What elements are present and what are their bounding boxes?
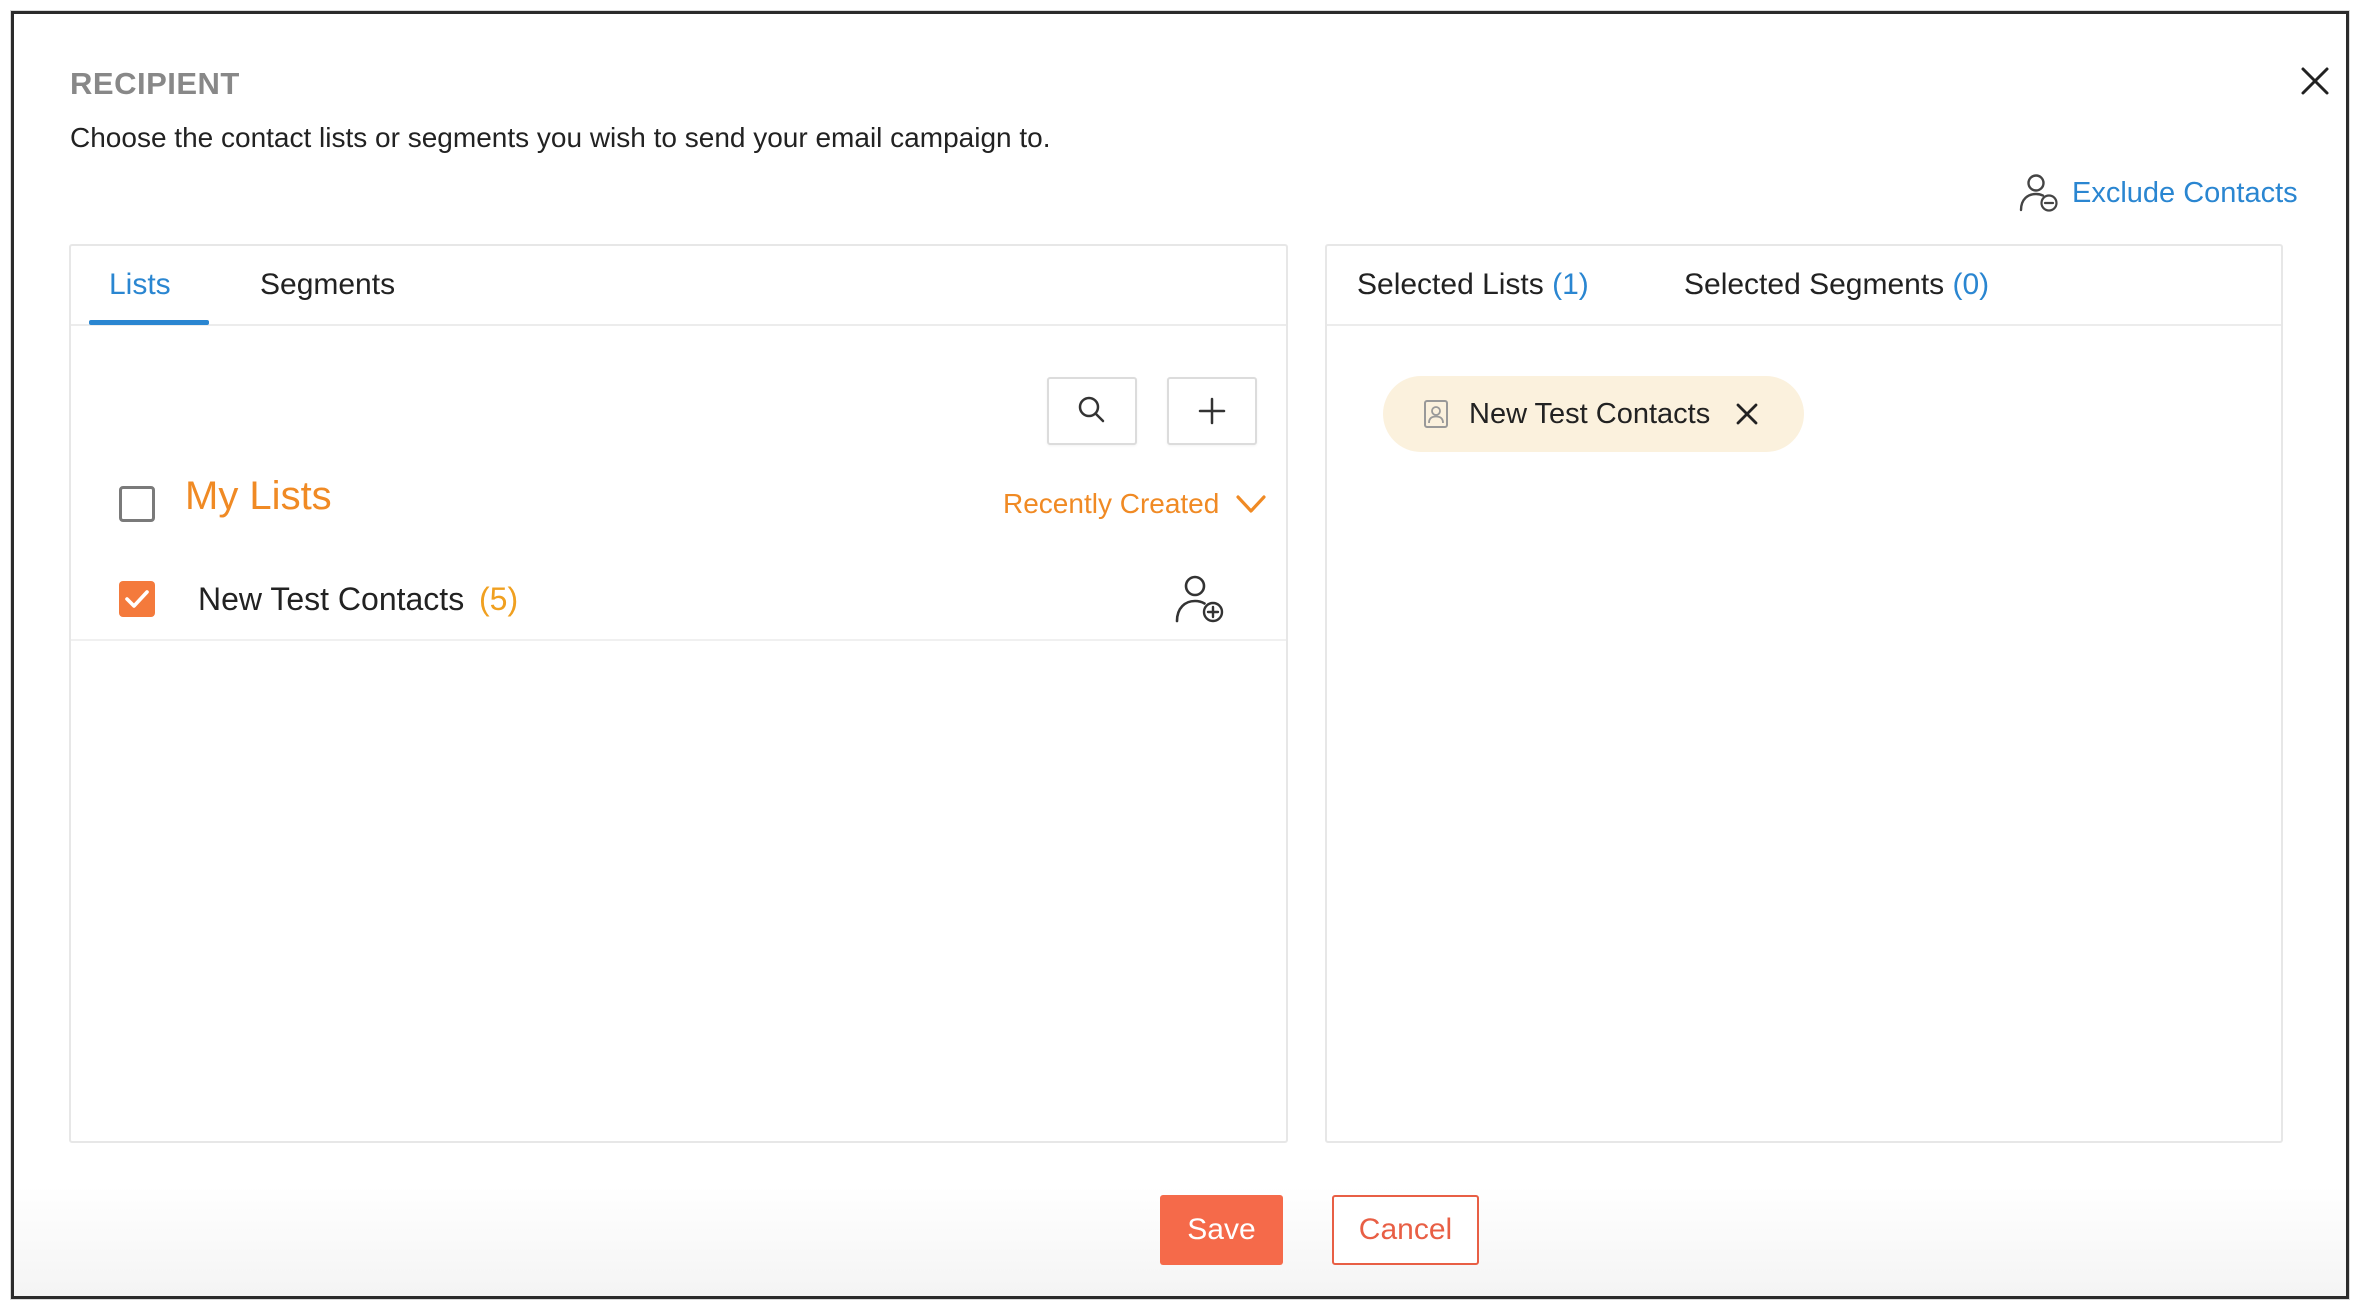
list-item-name: New Test Contacts (198, 581, 465, 617)
close-icon (2301, 67, 2329, 95)
lists-tabbar: Lists Segments (71, 246, 1286, 326)
exclude-contacts-label: Exclude Contacts (2072, 176, 2298, 209)
search-button[interactable] (1047, 377, 1137, 445)
my-lists-heading: My Lists (185, 474, 332, 518)
cancel-button[interactable]: Cancel (1332, 1195, 1479, 1265)
list-item-checkbox[interactable] (119, 581, 155, 617)
add-list-button[interactable] (1167, 377, 1257, 445)
selected-panel: Selected Lists (1) Selected Segments (0)… (1325, 244, 2283, 1143)
dialog-subtitle: Choose the contact lists or segments you… (70, 122, 1051, 153)
add-contact-button[interactable] (1171, 569, 1231, 629)
user-minus-icon (2019, 174, 2058, 212)
list-item[interactable]: New Test Contacts (5) (71, 561, 1286, 641)
user-plus-icon (1175, 575, 1224, 623)
plus-icon (1198, 397, 1226, 425)
tab-lists[interactable]: Lists (109, 268, 171, 302)
recipient-dialog: RECIPIENT Choose the contact lists or se… (11, 11, 2349, 1299)
selected-lists-label: Selected Lists (1357, 268, 1544, 301)
selected-segments-label: Selected Segments (1684, 268, 1945, 301)
active-tab-indicator (89, 320, 209, 325)
checkmark-icon (125, 590, 149, 608)
close-button[interactable] (2298, 64, 2332, 98)
selected-list-chip: New Test Contacts (1383, 376, 1805, 452)
selected-segments-count: (0) (1952, 268, 1990, 301)
lists-panel: Lists Segments My Lists Recently Created (69, 244, 1288, 1143)
tab-segments[interactable]: Segments (260, 268, 395, 302)
selected-lists-count: (1) (1552, 268, 1589, 301)
sort-dropdown[interactable]: Recently Created (1003, 486, 1269, 522)
select-all-lists-checkbox[interactable] (119, 486, 155, 522)
search-icon (1078, 396, 1105, 423)
chevron-down-icon (1236, 495, 1266, 513)
selected-tabbar: Selected Lists (1) Selected Segments (0) (1327, 246, 2281, 326)
list-item-count: (5) (479, 581, 519, 617)
contact-list-icon (1424, 400, 1448, 428)
tab-selected-lists[interactable]: Selected Lists (1) (1357, 268, 1589, 302)
dialog-title: RECIPIENT (70, 66, 240, 101)
tab-selected-segments[interactable]: Selected Segments (0) (1684, 268, 1989, 302)
remove-chip-icon[interactable] (1734, 401, 1760, 427)
chip-label: New Test Contacts (1469, 397, 1711, 430)
save-button[interactable]: Save (1160, 1195, 1283, 1265)
exclude-contacts-link[interactable]: Exclude Contacts (2018, 172, 2298, 214)
sort-label: Recently Created (1003, 488, 1220, 519)
